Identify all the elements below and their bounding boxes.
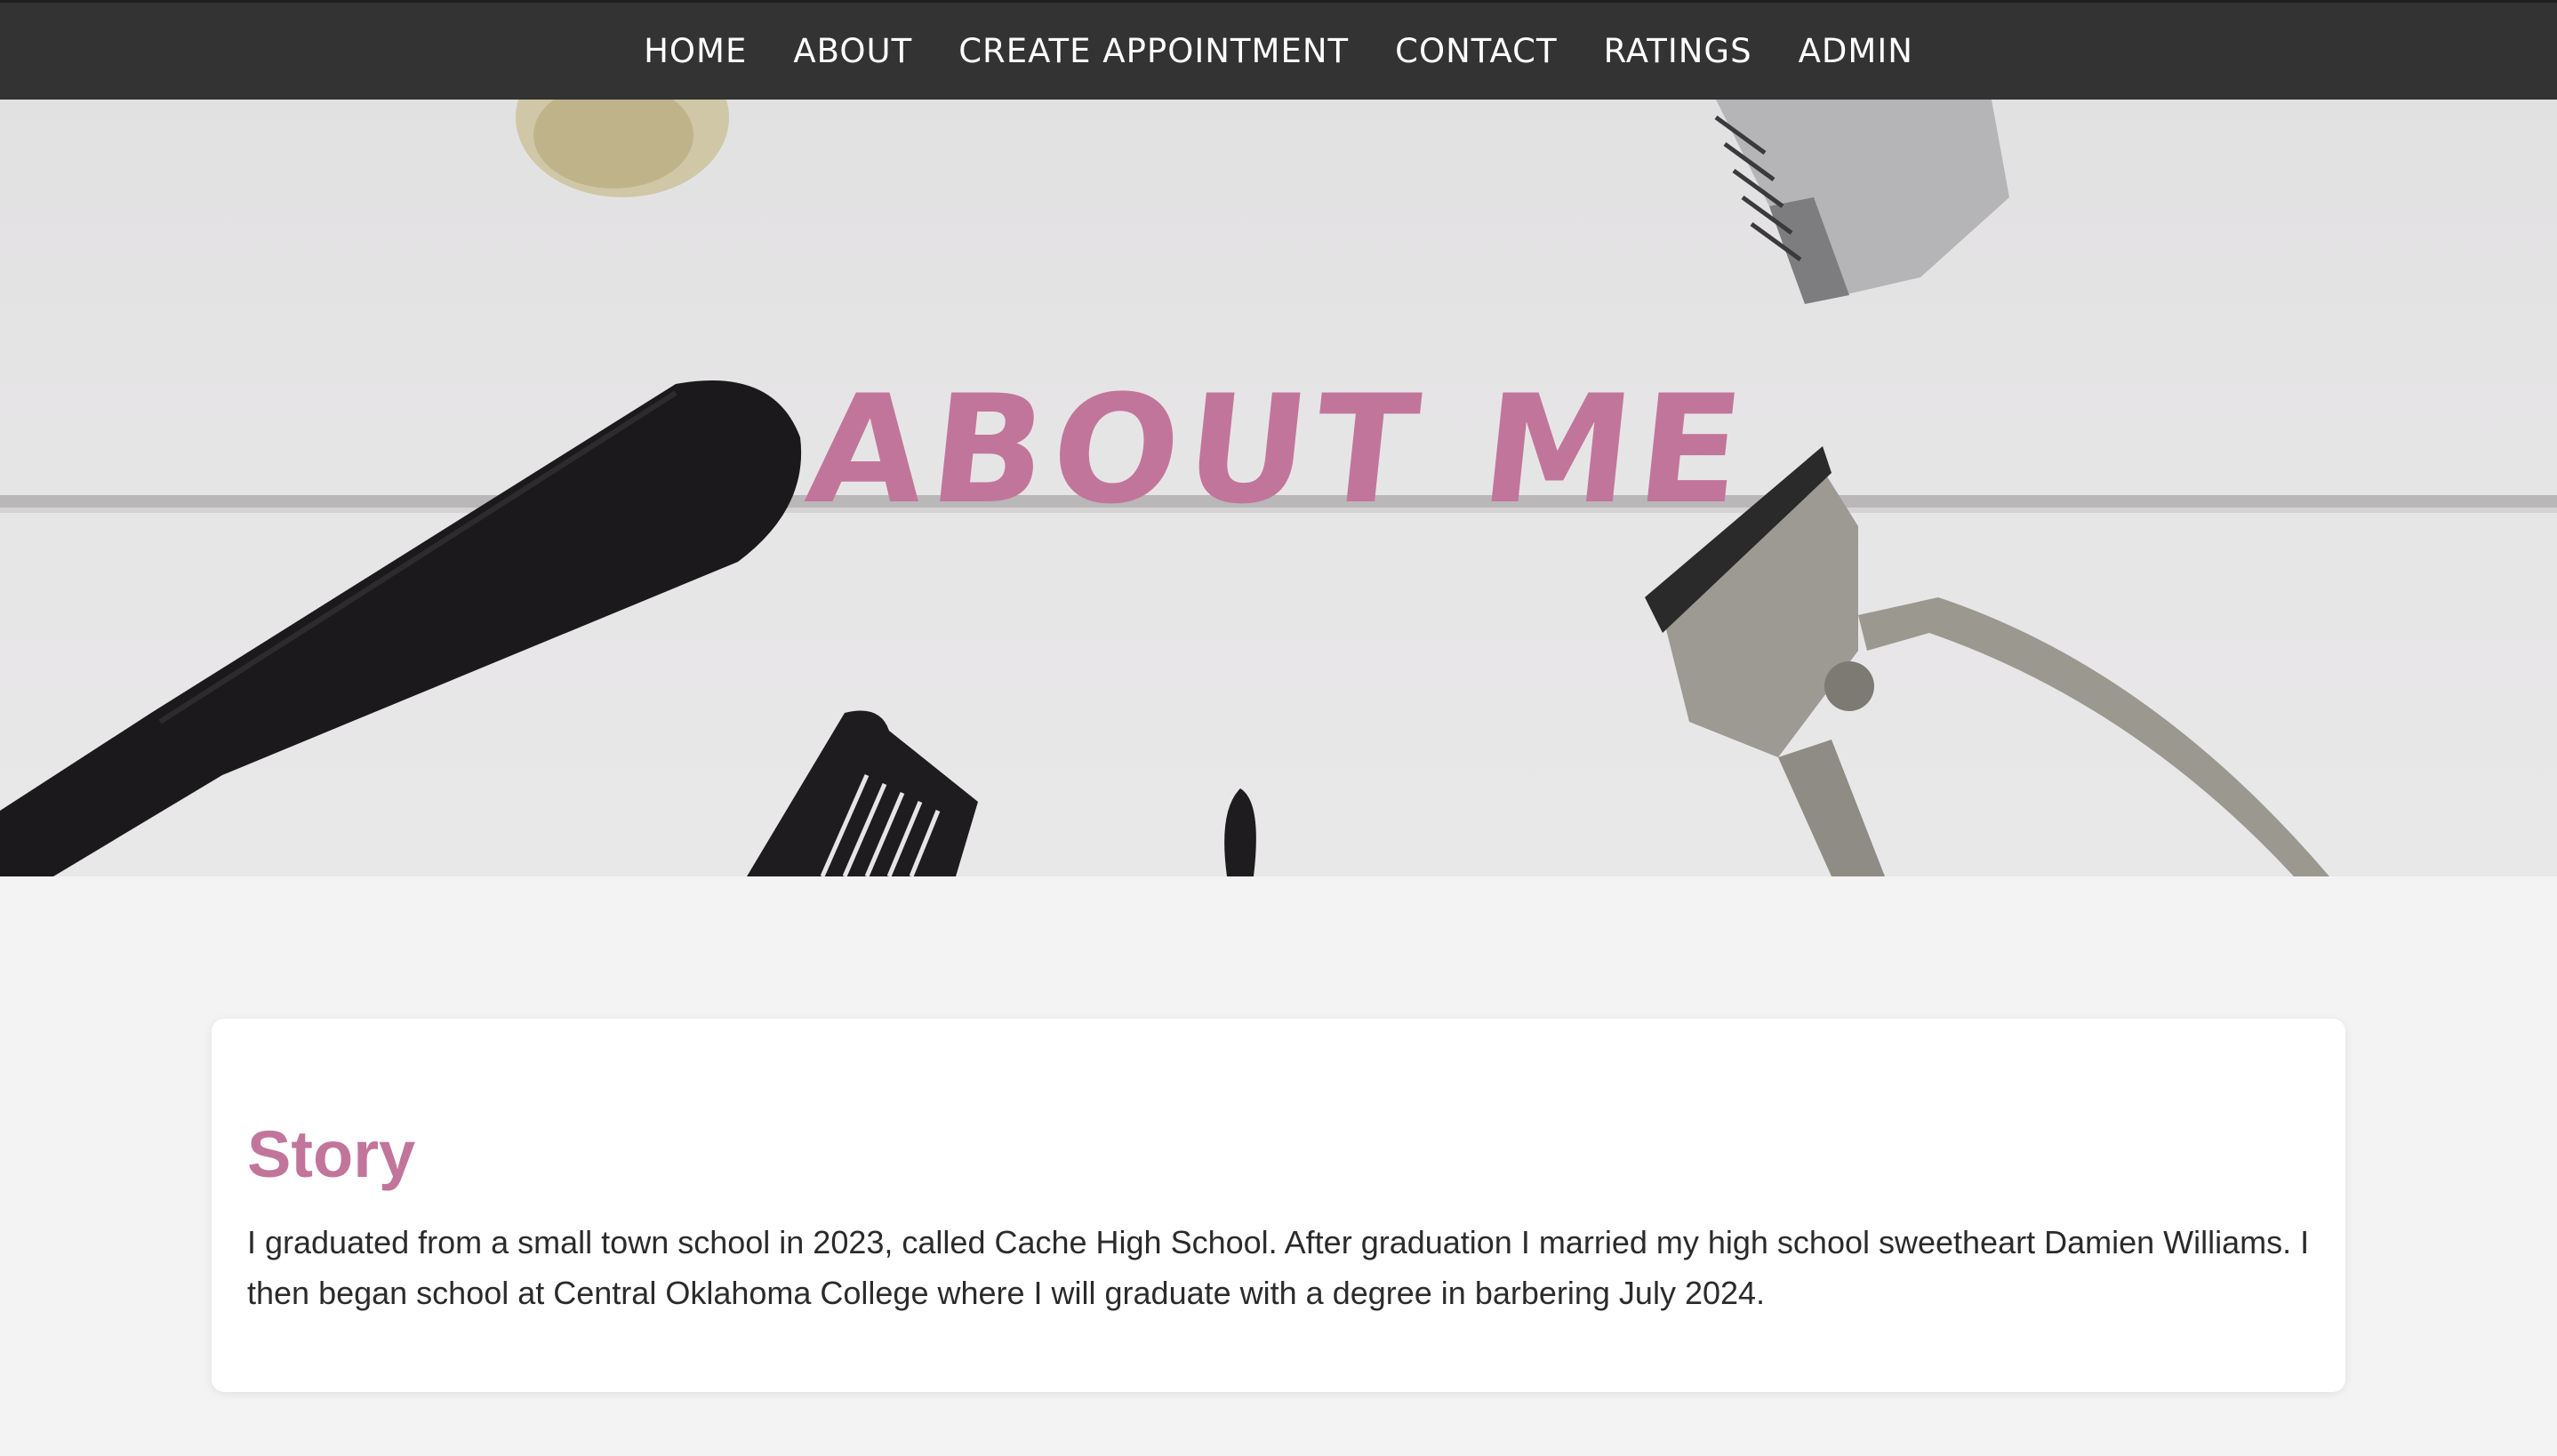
hero-banner: ABOUT ME — [0, 100, 2557, 876]
clipper-blade-image — [1714, 100, 2009, 304]
page-title: ABOUT ME — [799, 363, 1758, 537]
nav-link-about[interactable]: ABOUT — [793, 32, 912, 70]
nav-link-home[interactable]: HOME — [644, 32, 747, 70]
nav-link-ratings[interactable]: RATINGS — [1604, 32, 1752, 70]
story-text: I graduated from a small town school in … — [247, 1224, 2310, 1312]
top-navigation: HOME ABOUT CREATE APPOINTMENT CONTACT RA… — [0, 0, 2557, 100]
nav-link-contact[interactable]: CONTACT — [1395, 32, 1557, 70]
story-heading: Story — [247, 1117, 416, 1191]
story-card: Story I graduated from a small town scho… — [212, 1019, 2345, 1392]
nav-link-create-appointment[interactable]: CREATE APPOINTMENT — [958, 32, 1349, 70]
nav-links: HOME ABOUT CREATE APPOINTMENT CONTACT RA… — [644, 32, 1913, 70]
hair-clip-image — [1224, 788, 1256, 876]
comb-image — [747, 710, 978, 876]
nav-link-admin[interactable]: ADMIN — [1799, 32, 1913, 70]
